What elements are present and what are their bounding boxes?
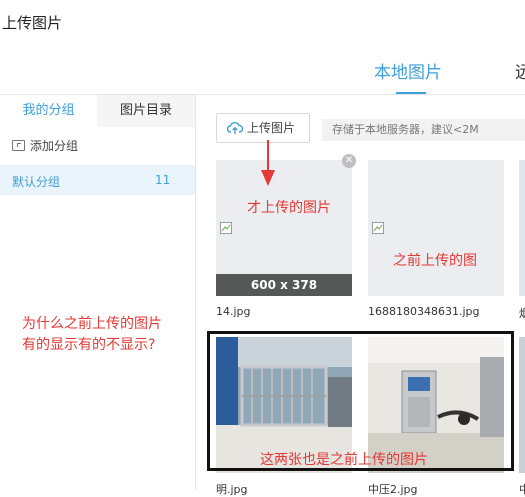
close-icon[interactable]: ✕ [342, 154, 356, 168]
top-tabs: 本地图片 远 [0, 48, 525, 94]
annotation-text: 才上传的图片 [247, 200, 331, 216]
sidebar-tabs: 我的分组 图片目录 [0, 95, 195, 127]
upload-hint: 存储于本地服务器，建议<2M [322, 119, 525, 141]
image-filename: 14.jpg [216, 305, 251, 318]
image-filename: 明.jpg [216, 483, 248, 496]
broken-image-icon [220, 222, 232, 234]
red-arrow-icon [261, 140, 275, 186]
tab-remote-images[interactable]: 远 [515, 58, 525, 83]
tab-image-directory[interactable]: 图片目录 [97, 95, 195, 127]
image-filename: 烟 [519, 307, 525, 320]
image-card[interactable] [519, 337, 525, 473]
sidebar: 我的分组 图片目录 添加分组 默认分组 11 [0, 95, 196, 490]
image-size-label: 600 x 378 [216, 274, 352, 296]
dialog-title: 上传图片 [2, 14, 63, 32]
annotation-text: 为什么之前上传的图片 [22, 316, 162, 332]
add-folder-icon [12, 140, 25, 151]
image-filename: 1688180348631.jpg [368, 305, 480, 318]
tab-local-images[interactable]: 本地图片 [374, 58, 442, 83]
annotation-text: 这两张也是之前上传的图片 [260, 452, 428, 468]
image-card[interactable] [368, 160, 504, 296]
annotation-text: 有的显示有的不显示? [22, 337, 156, 353]
annotation-text: 之前上传的图 [393, 253, 477, 269]
sidebar-item-default-group[interactable]: 默认分组 11 [0, 165, 195, 195]
broken-image-icon [372, 222, 384, 234]
image-filename: 中压2.jpg [368, 483, 418, 496]
image-card[interactable] [519, 160, 525, 296]
group-name: 默认分组 [12, 175, 61, 189]
group-count: 11 [155, 173, 171, 187]
tab-my-groups[interactable]: 我的分组 [0, 95, 97, 127]
image-filename: 中 [519, 483, 525, 496]
add-group-label: 添加分组 [30, 139, 79, 153]
cloud-upload-icon [227, 122, 243, 134]
upload-button-label: 上传图片 [247, 121, 296, 135]
add-group-button[interactable]: 添加分组 [12, 137, 78, 154]
image-card[interactable]: 600 x 378 [216, 160, 352, 296]
upload-image-button[interactable]: 上传图片 [216, 113, 310, 143]
